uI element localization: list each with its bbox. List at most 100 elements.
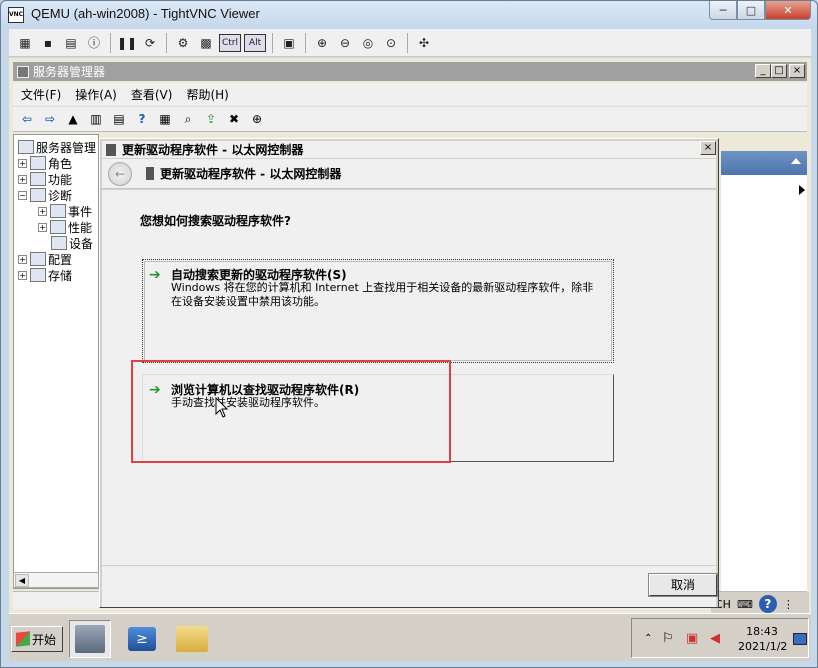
ctrl-key-button[interactable]: Ctrl bbox=[219, 33, 241, 52]
remote-desktop[interactable]: 服务器管理器 _ □ × 文件(F) 操作(A) 查看(V) 帮助(H) ⇦ ⇨… bbox=[9, 58, 811, 661]
zoom-fit-icon[interactable]: ⊙ bbox=[381, 33, 401, 53]
action-center-flag-icon[interactable]: ⚐ bbox=[662, 631, 674, 646]
menu-help[interactable]: 帮助(H) bbox=[186, 86, 228, 103]
network-error-icon[interactable]: ▣ bbox=[686, 631, 698, 646]
win-key-icon[interactable]: ▩ bbox=[196, 33, 216, 53]
uninstall-icon[interactable]: ✖ bbox=[224, 109, 244, 129]
tree-item-event-viewer[interactable]: + 事件 bbox=[38, 203, 92, 219]
action-pane-icon[interactable]: ▦ bbox=[155, 109, 175, 129]
clock-date: 2021/1/2 bbox=[738, 640, 788, 653]
show-hide-tree-icon[interactable]: ▥ bbox=[86, 109, 106, 129]
auto-search-option[interactable]: ➔ 自动搜索更新的驱动程序软件(S) Windows 将在您的计算机和 Inte… bbox=[142, 259, 614, 363]
taskbar-powershell[interactable]: ≥ bbox=[121, 620, 163, 658]
auto-search-description: Windows 将在您的计算机和 Internet 上查找用于相关设备的最新驱动… bbox=[171, 281, 594, 308]
pause-icon[interactable]: ❚❚ bbox=[117, 33, 137, 53]
save-icon[interactable]: ▪ bbox=[38, 33, 58, 53]
enable-device-icon[interactable]: ⊕ bbox=[247, 109, 267, 129]
minimize-button[interactable]: ─ bbox=[709, 1, 737, 20]
ctrl-alt-del-icon[interactable]: ⚙ bbox=[173, 33, 193, 53]
tree-horizontal-scrollbar[interactable]: ◀ bbox=[13, 572, 99, 588]
refresh-icon[interactable]: ⟳ bbox=[140, 33, 160, 53]
zoom-in-icon[interactable]: ⊕ bbox=[312, 33, 332, 53]
sm-close-button[interactable]: × bbox=[789, 64, 805, 78]
clock[interactable]: 18:43 2021/1/2 bbox=[738, 624, 788, 654]
expand-icon[interactable]: + bbox=[38, 222, 47, 232]
options-icon[interactable]: ▤ bbox=[61, 33, 81, 53]
menu-view[interactable]: 查看(V) bbox=[131, 86, 173, 103]
configuration-icon bbox=[30, 252, 46, 266]
menu-file[interactable]: 文件(F) bbox=[21, 86, 61, 103]
green-arrow-icon: ➔ bbox=[149, 267, 161, 283]
show-desktop-icon[interactable] bbox=[793, 633, 807, 645]
dialog-body: 您想如何搜索驱动程序软件? ➔ 自动搜索更新的驱动程序软件(S) Windows… bbox=[102, 190, 716, 565]
keyboard-icon[interactable]: ⌨ bbox=[737, 598, 753, 611]
back-arrow-icon[interactable]: ⇦ bbox=[17, 109, 37, 129]
scan-hardware-icon[interactable]: ⌕ bbox=[178, 109, 198, 129]
sm-maximize-button[interactable]: □ bbox=[771, 64, 787, 78]
help-book-icon[interactable]: ? bbox=[132, 109, 152, 129]
tree-item-device-manager[interactable]: 设备 bbox=[51, 235, 93, 251]
volume-muted-icon[interactable]: ◀ bbox=[710, 631, 720, 646]
tree-item-configuration[interactable]: + 配置 bbox=[18, 251, 72, 267]
fullscreen-icon[interactable]: ✣ bbox=[414, 33, 434, 53]
taskbar-explorer[interactable] bbox=[171, 620, 213, 658]
dialog-close-button[interactable]: × bbox=[700, 141, 716, 155]
scroll-left-icon[interactable]: ◀ bbox=[15, 574, 29, 587]
expand-icon[interactable]: + bbox=[18, 254, 27, 264]
server-manager-title: 服务器管理器 bbox=[33, 65, 106, 79]
server-manager-titlebar[interactable]: 服务器管理器 _ □ × bbox=[13, 62, 807, 81]
browse-computer-option[interactable]: ➔ 浏览计算机以查找驱动程序软件(R) 手动查找并安装驱动程序软件。 bbox=[142, 374, 614, 462]
language-bar-options-icon[interactable]: ⋮ bbox=[783, 598, 794, 611]
expand-icon[interactable]: + bbox=[38, 206, 47, 216]
cancel-button[interactable]: 取消 bbox=[648, 573, 718, 597]
tree-item-storage[interactable]: + 存储 bbox=[18, 267, 72, 283]
event-viewer-icon bbox=[50, 204, 66, 218]
sm-minimize-button[interactable]: _ bbox=[755, 64, 771, 78]
update-driver-icon[interactable]: ⇪ bbox=[201, 109, 221, 129]
dialog-titlebar[interactable]: 更新驱动程序软件 - 以太网控制器 bbox=[102, 141, 716, 158]
expand-icon[interactable]: + bbox=[18, 270, 27, 280]
dialog-header: ← 更新驱动程序软件 - 以太网控制器 bbox=[102, 159, 716, 189]
tree-item-diagnostics[interactable]: − 诊断 bbox=[18, 187, 72, 203]
taskbar-server-manager[interactable] bbox=[69, 620, 111, 658]
tree-item-server-manager[interactable]: 服务器管理 bbox=[18, 139, 96, 155]
actions-pane-header[interactable] bbox=[721, 151, 807, 175]
back-button[interactable]: ← bbox=[108, 162, 132, 186]
zoom-out-icon[interactable]: ⊖ bbox=[335, 33, 355, 53]
server-manager-icon bbox=[17, 65, 29, 78]
server-manager-app-icon bbox=[75, 625, 105, 653]
menu-action[interactable]: 操作(A) bbox=[75, 86, 117, 103]
up-folder-icon[interactable]: ▲ bbox=[63, 109, 83, 129]
collapse-icon[interactable]: − bbox=[18, 190, 27, 200]
expand-icon[interactable]: + bbox=[18, 158, 27, 168]
tree-item-performance[interactable]: + 性能 bbox=[38, 219, 92, 235]
roles-icon bbox=[30, 156, 46, 170]
maximize-button[interactable]: □ bbox=[737, 1, 765, 20]
properties-icon[interactable]: ▤ bbox=[109, 109, 129, 129]
new-connection-icon[interactable]: ▦ bbox=[15, 33, 35, 53]
forward-arrow-icon[interactable]: ⇨ bbox=[40, 109, 60, 129]
tree-item-roles[interactable]: + 角色 bbox=[18, 155, 72, 171]
close-button[interactable]: ✕ bbox=[765, 1, 811, 20]
vnc-app-icon: VNC bbox=[8, 7, 24, 23]
clipboard-icon[interactable]: ▣ bbox=[279, 33, 299, 53]
show-hidden-icons-icon[interactable]: ⌃ bbox=[644, 633, 652, 644]
navigation-tree: 服务器管理 + 角色 + 功能 − 诊断 + 事件 + 性能 设备 + 配置 +… bbox=[13, 134, 99, 589]
expand-right-icon[interactable] bbox=[799, 185, 805, 195]
start-button[interactable]: 开始 bbox=[11, 626, 63, 652]
vnc-titlebar[interactable]: VNC QEMU (ah-win2008) - TightVNC Viewer … bbox=[1, 1, 817, 29]
browse-computer-description: 手动查找并安装驱动程序软件。 bbox=[171, 396, 325, 409]
system-tray: ⌃ ⚐ ▣ ◀ 18:43 2021/1/2 bbox=[631, 618, 809, 658]
alt-key-button[interactable]: Alt bbox=[244, 33, 266, 52]
performance-icon bbox=[50, 220, 66, 234]
windows-flag-icon bbox=[16, 631, 30, 647]
update-driver-dialog: 更新驱动程序软件 - 以太网控制器 × ← 更新驱动程序软件 - 以太网控制器 … bbox=[99, 138, 719, 608]
zoom-100-icon[interactable]: ◎ bbox=[358, 33, 378, 53]
storage-icon bbox=[30, 268, 46, 282]
search-question: 您想如何搜索驱动程序软件? bbox=[140, 214, 291, 228]
expand-icon[interactable]: + bbox=[18, 174, 27, 184]
tree-item-features[interactable]: + 功能 bbox=[18, 171, 72, 187]
info-icon[interactable]: ⓘ bbox=[84, 33, 104, 53]
help-icon[interactable]: ? bbox=[758, 595, 777, 613]
collapse-up-icon[interactable] bbox=[791, 158, 801, 164]
